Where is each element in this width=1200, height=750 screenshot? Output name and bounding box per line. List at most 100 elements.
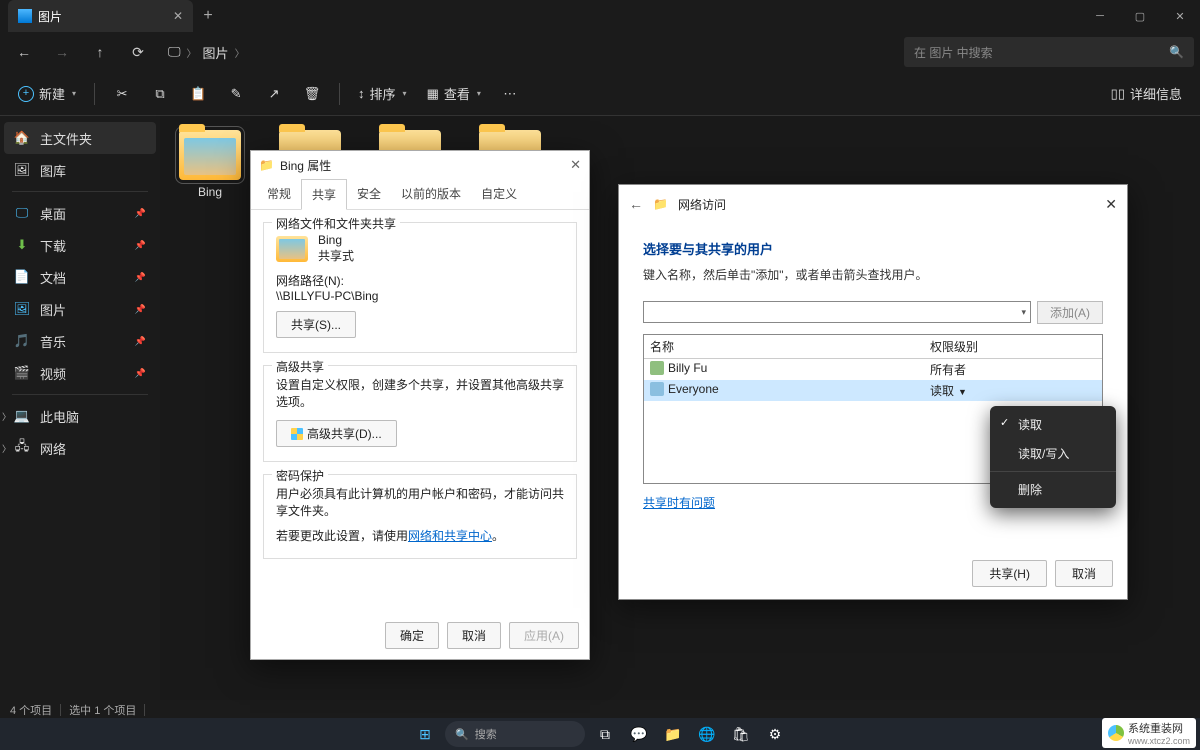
sidebar-item-downloads[interactable]: ⬇下载📌 (4, 229, 156, 261)
window-controls: ─ ▢ ✕ (1080, 0, 1200, 32)
netpath-value: \\BILLYFU-PC\Bing (276, 289, 564, 303)
paste-button[interactable]: 📋 (181, 78, 215, 110)
sidebar-item-desktop[interactable]: 🖵桌面📌 (4, 197, 156, 229)
search-placeholder: 在 图片 中搜索 (914, 44, 993, 61)
up-button[interactable]: ↑ (82, 34, 118, 70)
dialog-titlebar[interactable]: 📁 Bing 属性 ✕ (251, 151, 589, 179)
sidebar-item-thispc[interactable]: 〉💻此电脑 (4, 400, 156, 432)
cut-icon: ✂ (117, 86, 128, 102)
status-count: 4 个项目 (10, 702, 52, 718)
taskbar-app[interactable]: 📁 (659, 720, 687, 748)
breadcrumb[interactable]: 🖵 〉 图片 〉 (168, 43, 245, 62)
folder-item-bing[interactable]: Bing (170, 130, 250, 199)
watermark: 系统重装网 www.xtcz2.com (1102, 718, 1196, 748)
refresh-button[interactable]: ⟳ (120, 34, 156, 70)
view-button[interactable]: ▦ 查看 ▾ (419, 78, 489, 110)
task-view-button[interactable]: ⧉ (591, 720, 619, 748)
close-button[interactable]: ✕ (1160, 0, 1200, 32)
sidebar-item-network[interactable]: 〉🖧网络 (4, 432, 156, 464)
user-combo[interactable]: ▾ (643, 301, 1031, 323)
cut-button[interactable]: ✂ (105, 78, 139, 110)
more-button[interactable]: ⋯ (493, 78, 527, 110)
new-button[interactable]: + 新建 ▾ (10, 78, 84, 110)
dialog-tabs: 常规 共享 安全 以前的版本 自定义 (251, 179, 589, 210)
window-tab[interactable]: 图片 ✕ (8, 0, 193, 32)
chevron-right-icon: 〉 (187, 45, 197, 60)
dialog-buttons: 确定 取消 应用(A) (385, 622, 579, 649)
share-button[interactable]: 共享(S)... (276, 311, 356, 338)
share-confirm-button[interactable]: 共享(H) (972, 560, 1047, 587)
back-icon[interactable]: ← (629, 196, 643, 212)
advanced-share-button[interactable]: 高级共享(D)... (276, 420, 397, 447)
details-pane-button[interactable]: ▯▯ 详细信息 (1103, 78, 1190, 110)
share-icon: ↗ (269, 86, 280, 102)
share-button[interactable]: ↗ (257, 78, 291, 110)
ok-button[interactable]: 确定 (385, 622, 439, 649)
taskbar-app[interactable]: 💬 (625, 720, 653, 748)
section-title: 高级共享 (272, 358, 328, 375)
maximize-button[interactable]: ▢ (1120, 0, 1160, 32)
sidebar-item-videos[interactable]: 🎬视频📌 (4, 357, 156, 389)
details-icon: ▯▯ (1111, 86, 1125, 102)
folder-label: Bing (198, 185, 222, 199)
col-permission[interactable]: 权限级别 (924, 335, 1102, 358)
rename-button[interactable]: ✎ (219, 78, 253, 110)
menu-item-read[interactable]: 读取 (990, 410, 1116, 439)
tab-previous-versions[interactable]: 以前的版本 (391, 179, 471, 209)
back-button[interactable]: ← (6, 34, 42, 70)
sort-button[interactable]: ↕ 排序 ▾ (350, 78, 415, 110)
dialog-title: 网络访问 (678, 196, 726, 213)
apply-button[interactable]: 应用(A) (509, 622, 579, 649)
tab-general[interactable]: 常规 (257, 179, 301, 209)
cancel-button[interactable]: 取消 (447, 622, 501, 649)
minimize-button[interactable]: ─ (1080, 0, 1120, 32)
delete-button[interactable]: 🗑 (295, 78, 329, 110)
start-button[interactable]: ⊞ (411, 720, 439, 748)
close-icon[interactable]: ✕ (570, 157, 581, 173)
sidebar-item-home[interactable]: 🏠主文件夹 (4, 122, 156, 154)
taskbar-app[interactable]: 🛍 (727, 720, 755, 748)
forward-button[interactable]: → (44, 34, 80, 70)
permission-dropdown[interactable]: 读取▼ (924, 380, 1102, 401)
user-row[interactable]: Billy Fu 所有者 (644, 359, 1102, 380)
chevron-right-icon: 〉 (2, 410, 11, 423)
taskbar-app[interactable]: ⚙ (761, 720, 789, 748)
menu-item-remove[interactable]: 删除 (990, 475, 1116, 504)
separator (94, 83, 95, 105)
help-link[interactable]: 共享时有问题 (643, 494, 715, 511)
pictures-icon (18, 9, 32, 23)
taskbar-app[interactable]: 🌐 (693, 720, 721, 748)
title-bar: 图片 ✕ + ─ ▢ ✕ (0, 0, 1200, 32)
search-input[interactable]: 在 图片 中搜索 🔍 (904, 37, 1194, 67)
documents-icon: 📄 (14, 269, 30, 285)
shared-status: 共享式 (318, 247, 354, 264)
close-icon[interactable]: ✕ (1105, 196, 1117, 213)
sidebar-item-pictures[interactable]: 🖼图片📌 (4, 293, 156, 325)
cancel-button[interactable]: 取消 (1055, 560, 1113, 587)
sidebar-item-music[interactable]: 🎵音乐📌 (4, 325, 156, 357)
section-description: 设置自定义权限，创建多个共享，并设置其他高级共享选项。 (276, 376, 564, 410)
dialog-header: ← 📁 网络访问 ✕ (619, 185, 1127, 223)
section-title: 网络文件和文件夹共享 (272, 215, 400, 232)
copy-button[interactable]: ⧉ (143, 78, 177, 110)
new-tab-button[interactable]: + (193, 7, 223, 25)
sidebar-item-gallery[interactable]: 🖼图库 (4, 154, 156, 186)
section-network-sharing: 网络文件和文件夹共享 Bing 共享式 网络路径(N): \\BILLYFU-P… (263, 222, 577, 353)
tab-close-icon[interactable]: ✕ (173, 9, 183, 23)
tab-sharing[interactable]: 共享 (301, 179, 347, 210)
network-center-link[interactable]: 网络和共享中心 (408, 529, 492, 543)
add-button[interactable]: 添加(A) (1037, 301, 1103, 324)
section-advanced-sharing: 高级共享 设置自定义权限，创建多个共享，并设置其他高级共享选项。 高级共享(D)… (263, 365, 577, 462)
col-name[interactable]: 名称 (644, 335, 924, 358)
taskbar-search[interactable]: 🔍搜索 (445, 721, 585, 747)
user-row-selected[interactable]: Everyone 读取▼ (644, 380, 1102, 401)
tab-customize[interactable]: 自定义 (471, 179, 527, 209)
toolbar: + 新建 ▾ ✂ ⧉ 📋 ✎ ↗ 🗑 ↕ 排序 ▾ ▦ 查看 ▾ ⋯ ▯▯ 详细… (0, 72, 1200, 116)
menu-item-readwrite[interactable]: 读取/写入 (990, 439, 1116, 468)
password-change-line: 若要更改此设置，请使用网络和共享中心。 (276, 527, 564, 544)
tab-security[interactable]: 安全 (347, 179, 391, 209)
crumb-pictures[interactable]: 图片 (203, 43, 229, 62)
chevron-down-icon: ▼ (958, 387, 967, 397)
add-user-row: ▾ 添加(A) (643, 301, 1103, 324)
sidebar-item-documents[interactable]: 📄文档📌 (4, 261, 156, 293)
